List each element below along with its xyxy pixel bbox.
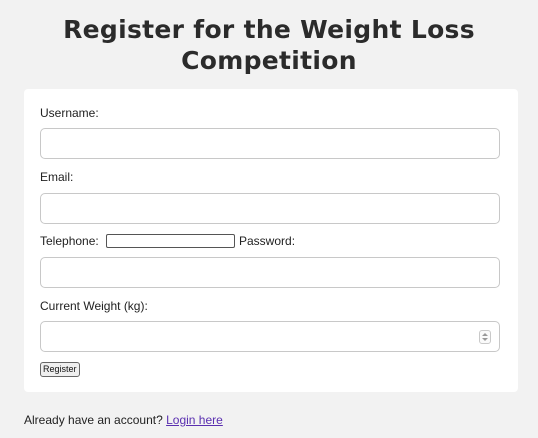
register-button[interactable]: Register — [40, 362, 80, 377]
login-prompt: Already have an account? Login here — [24, 413, 223, 427]
telephone-label: Telephone: — [40, 234, 99, 248]
page-title: Register for the Weight Loss Competition — [63, 15, 475, 75]
weight-input[interactable] — [40, 321, 500, 352]
spinner-down-icon[interactable] — [482, 338, 488, 341]
password-input[interactable] — [40, 257, 500, 288]
login-link[interactable]: Login here — [166, 413, 223, 427]
email-label: Email: — [40, 170, 74, 184]
telephone-input[interactable] — [106, 234, 235, 248]
number-spinner-icon[interactable] — [479, 330, 491, 344]
weight-label: Current Weight (kg): — [40, 299, 148, 313]
email-input[interactable] — [40, 193, 500, 224]
password-label: Password: — [239, 234, 296, 248]
login-prompt-text: Already have an account? — [24, 413, 163, 427]
username-input[interactable] — [40, 128, 500, 159]
spinner-up-icon[interactable] — [482, 333, 488, 336]
username-label: Username: — [40, 106, 99, 120]
